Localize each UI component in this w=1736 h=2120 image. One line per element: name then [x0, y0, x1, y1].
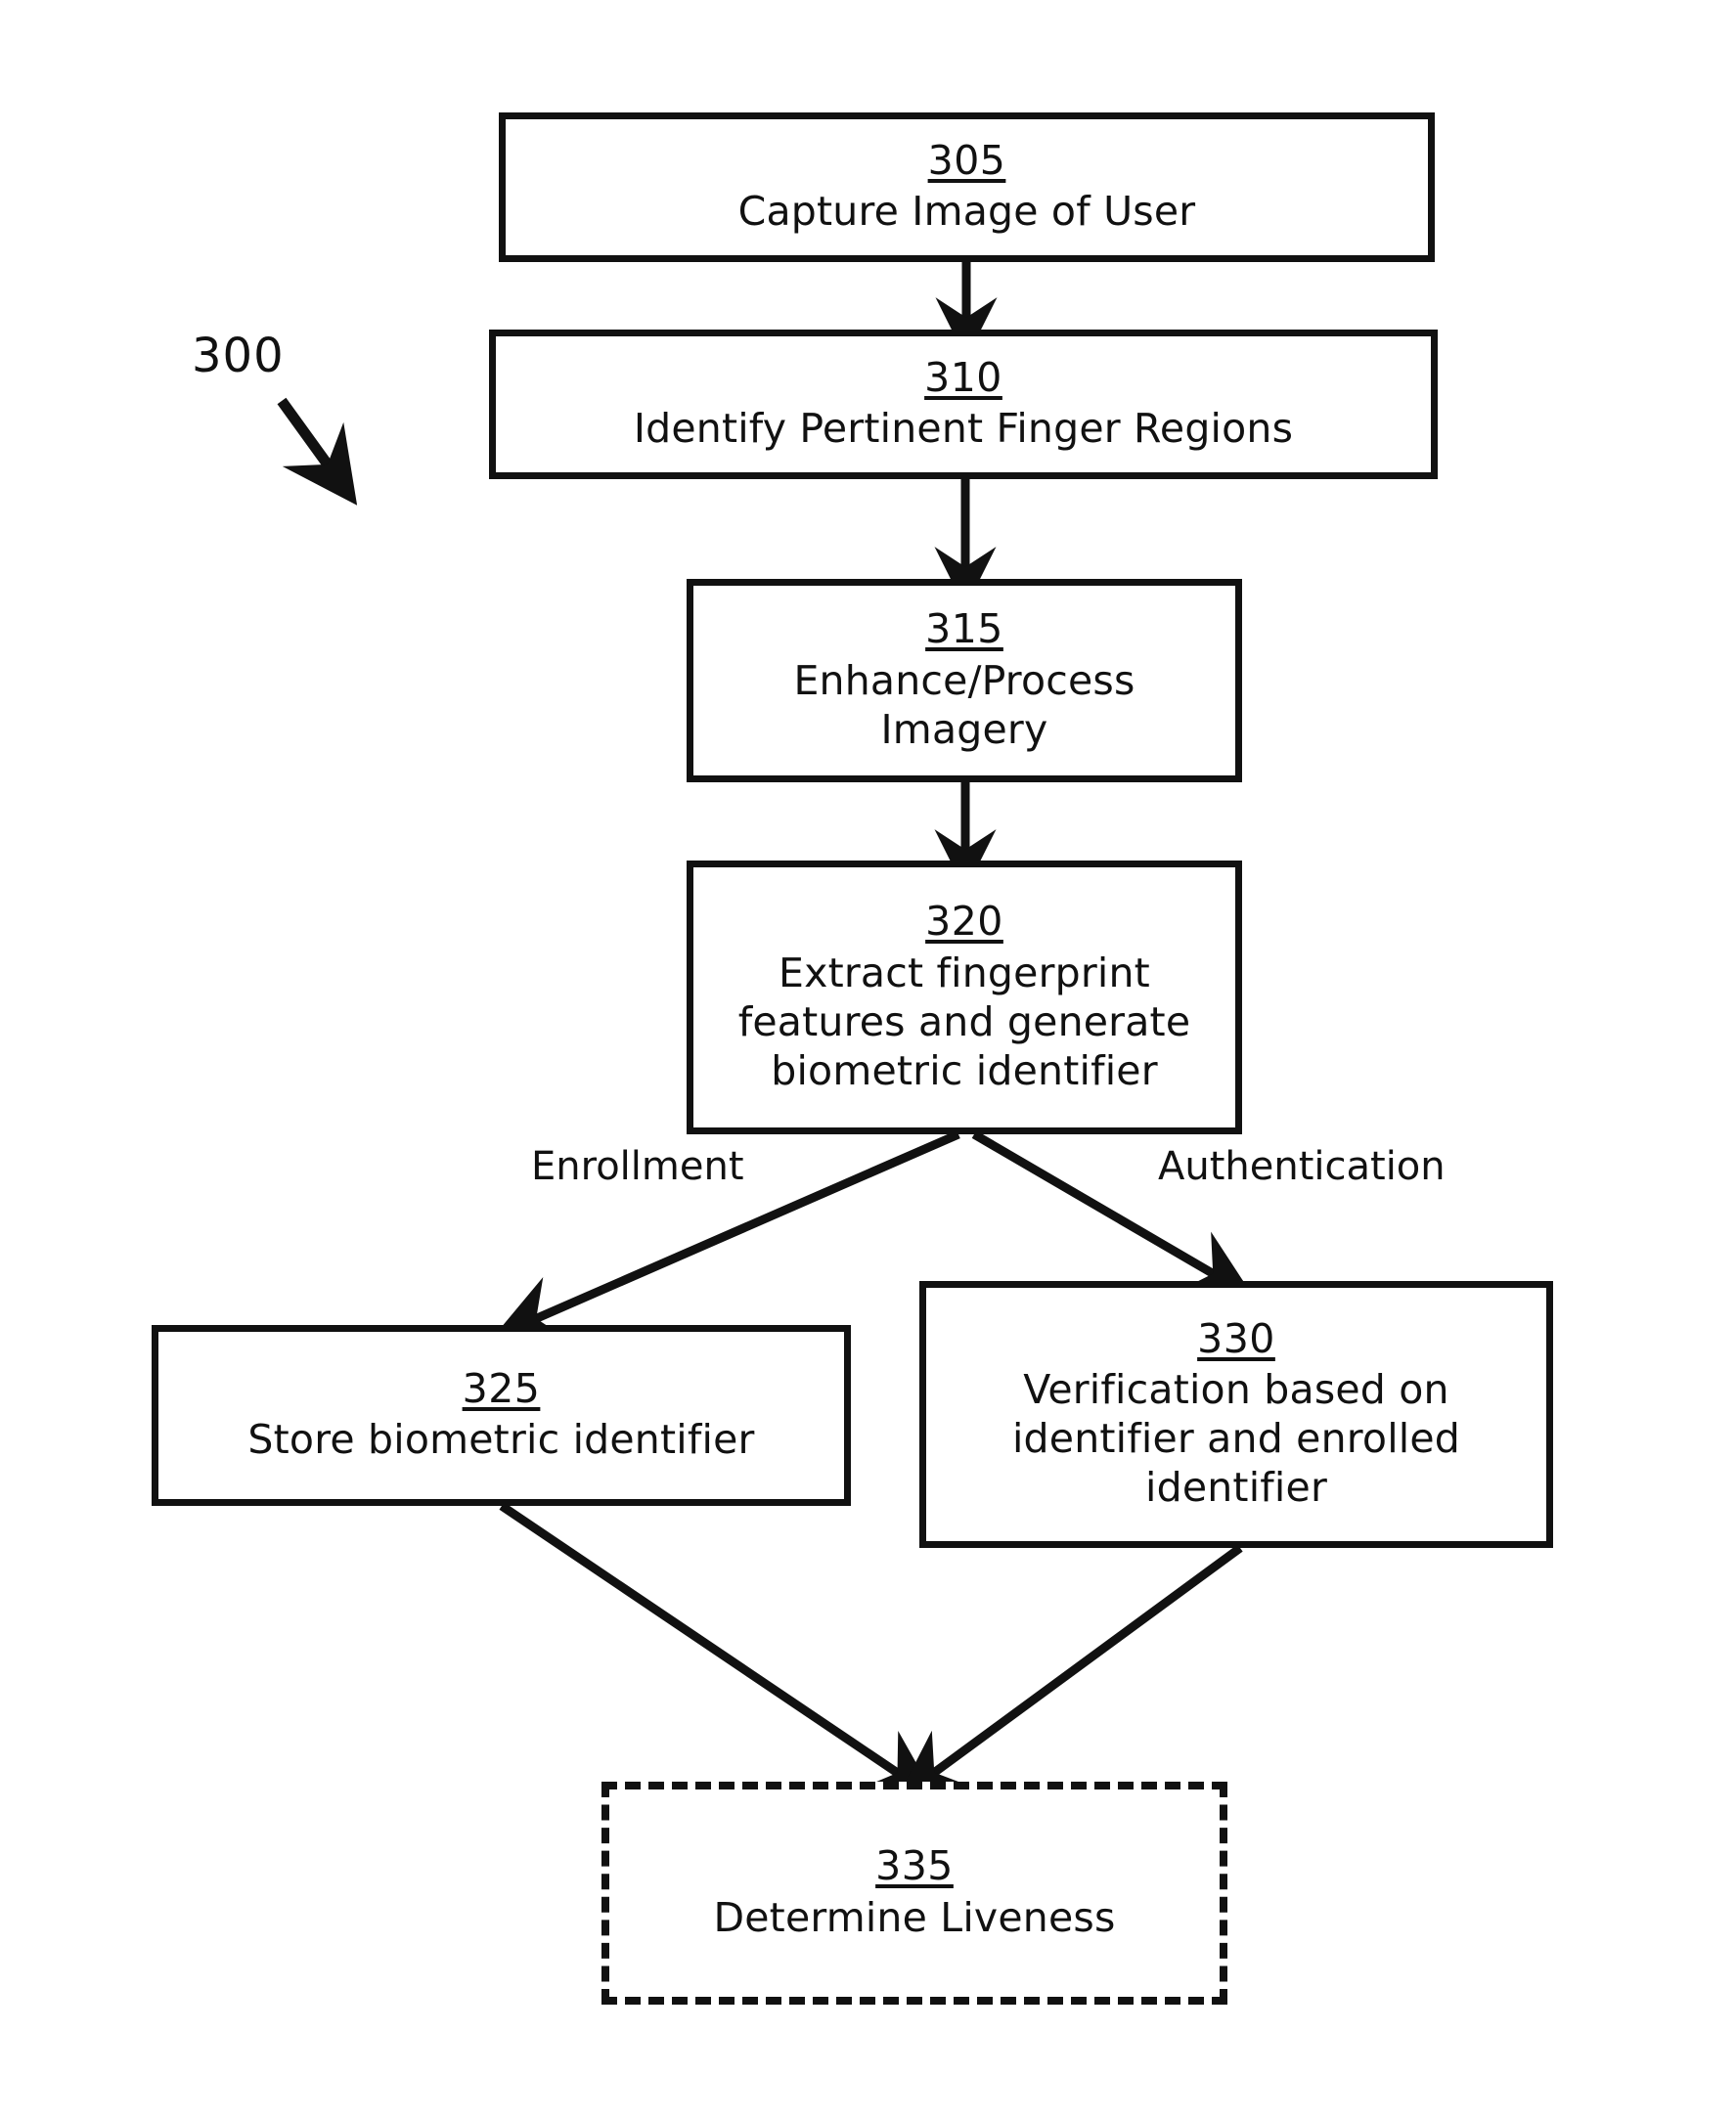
node-330-label: Verification based on identifier and enr…	[1011, 1366, 1461, 1512]
process-node-335: 335 Determine Liveness	[601, 1782, 1227, 2005]
node-310-reference: 310	[924, 353, 1002, 401]
flowchart-figure: 300 305 Capture Image of User 310 Identi…	[0, 0, 1736, 2120]
process-node-305: 305 Capture Image of User	[499, 112, 1435, 262]
node-325-reference: 325	[462, 1364, 541, 1412]
node-325-label: Store biometric identifier	[247, 1416, 755, 1464]
connector-330-to-335	[896, 1544, 1243, 1801]
node-335-label: Determine Liveness	[713, 1893, 1116, 1941]
node-310-label: Identify Pertinent Finger Regions	[633, 405, 1294, 453]
connector-325-to-335	[499, 1502, 937, 1800]
node-315-label: Enhance/Process Imagery	[793, 656, 1135, 753]
process-node-330: 330 Verification based on identifier and…	[919, 1281, 1553, 1548]
process-node-325: 325 Store biometric identifier	[152, 1325, 851, 1506]
node-335-reference: 335	[875, 1842, 954, 1890]
figure-reference-numeral: 300	[192, 329, 285, 383]
process-node-315: 315 Enhance/Process Imagery	[687, 579, 1242, 782]
node-305-reference: 305	[927, 136, 1006, 184]
node-315-reference: 315	[925, 605, 1003, 653]
branch-label-authentication: Authentication	[1158, 1144, 1446, 1189]
process-node-310: 310 Identify Pertinent Finger Regions	[489, 330, 1438, 479]
process-node-320: 320 Extract fingerprint features and gen…	[687, 861, 1242, 1134]
node-330-reference: 330	[1197, 1314, 1275, 1362]
node-320-label: Extract fingerprint features and generat…	[737, 949, 1191, 1094]
figure-pointer-arrow	[277, 397, 358, 506]
branch-label-enrollment: Enrollment	[531, 1144, 744, 1189]
node-305-label: Capture Image of User	[737, 188, 1196, 236]
node-320-reference: 320	[925, 898, 1003, 946]
